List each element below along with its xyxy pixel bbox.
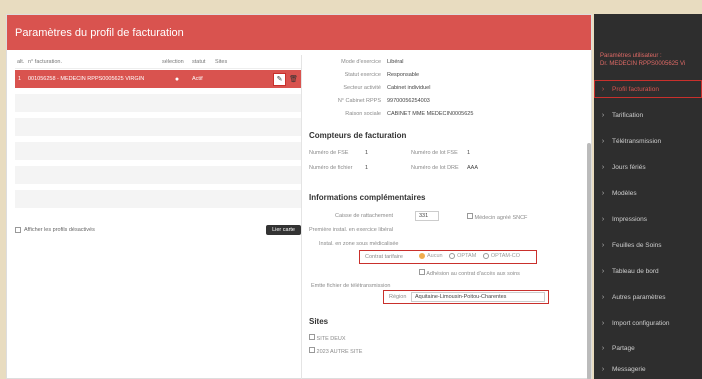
sidebar-item-partage[interactable]: › Partage: [594, 339, 702, 357]
sidebar-item-profil-facturation[interactable]: › Profil facturation: [594, 80, 702, 98]
sidebar-item-feuilles-de-soins[interactable]: › Feuilles de Soins: [594, 236, 702, 254]
chevron-right-icon: ›: [601, 189, 605, 197]
billing-profile-panel: Paramètres du profil de facturation alt.…: [6, 14, 592, 379]
chevron-right-icon: ›: [601, 344, 605, 352]
num-fse-label: Numéro de FSE: [309, 150, 349, 156]
secteur-value: Cabinet individuel: [387, 85, 431, 91]
header-selection: sélection: [162, 58, 184, 65]
sidebar-item-modeles[interactable]: › Modèles: [594, 184, 702, 202]
link-card-button[interactable]: Lier carte: [266, 225, 301, 235]
row-alt: 1: [18, 76, 22, 82]
radio-aucun[interactable]: Aucun: [419, 253, 443, 259]
trash-icon[interactable]: 🗑: [289, 75, 298, 83]
num-fichier-value: 1: [365, 165, 369, 171]
table-row-empty: [15, 94, 301, 112]
chevron-right-icon: ›: [601, 365, 605, 373]
chevron-right-icon: ›: [601, 215, 605, 223]
sncf-label: Médecin agréé SNCF: [474, 215, 528, 221]
header-sites: Sites: [215, 58, 228, 65]
adhesion-label: Adhésion au contrat d'accès aux soins: [426, 271, 520, 277]
emetteur-label: Emtte fichier de télétransmission: [311, 283, 391, 289]
secteur-label: Secteur activité: [343, 85, 381, 91]
table-row-empty: [15, 118, 301, 136]
premiere-instal-label: Première instal. en exercice libéral: [309, 227, 394, 233]
num-fse-value: 1: [365, 150, 369, 156]
cabinet-rpps-label: N° Cabinet RPPS: [337, 98, 381, 104]
caisse-input[interactable]: 331: [415, 211, 439, 221]
sidebar-item-tarification[interactable]: › Tarification: [594, 106, 702, 124]
radio-optam-co[interactable]: OPTAM-CO: [482, 253, 520, 259]
statut-exercice-value: Responsable: [387, 72, 420, 78]
mode-exercice-value: Libéral: [387, 59, 404, 65]
column-divider: [301, 55, 302, 379]
row-selection-dot[interactable]: ●: [162, 76, 192, 83]
sidebar-item-teletransmission[interactable]: › Télétransmission: [594, 132, 702, 150]
table-row-empty: [15, 166, 301, 184]
header-alt: alt.: [17, 58, 25, 65]
statut-exercice-label: Statut exercice: [344, 72, 381, 78]
site-label: 2023 AUTRE SITE: [316, 349, 363, 355]
sidebar-item-import-configuration[interactable]: › Import configuration: [594, 314, 702, 332]
instal-zone-label: Instal. en zone sous médicalisée: [319, 241, 399, 247]
raison-sociale-label: Raison sociale: [345, 111, 381, 117]
sidebar-header: Paramètres utilisateur : Dr. MEDECIN RPP…: [600, 53, 686, 67]
radio-optam[interactable]: OPTAM: [449, 253, 476, 259]
sidebar-item-jours-feries[interactable]: › Jours fériés: [594, 158, 702, 176]
raison-sociale-value: CABINET MME MEDECIN0005625: [387, 111, 474, 117]
header-num-facturation: n° facturation.: [28, 58, 62, 65]
region-label: Région: [389, 294, 407, 300]
num-lot-dre-value: AAA: [467, 165, 479, 171]
user-settings-sidebar: Paramètres utilisateur : Dr. MEDECIN RPP…: [594, 14, 702, 379]
profiles-table: alt. n° facturation. sélection statut Si…: [15, 55, 301, 235]
num-lot-fse-label: Numéro de lot FSE: [411, 150, 458, 156]
caisse-label: Caisse de rattachement: [335, 213, 394, 219]
compteurs-title: Compteurs de facturation: [309, 131, 407, 140]
sidebar-item-autres-parametres[interactable]: › Autres paramètres: [594, 288, 702, 306]
contrat-label: Contrat tarifaire: [365, 254, 403, 260]
sidebar-item-messagerie[interactable]: › Messagerie: [594, 360, 702, 378]
region-select[interactable]: Aquitaine-Limousin-Poitou-Charentes: [411, 292, 545, 302]
show-disabled-toggle[interactable]: Afficher les profils désactivés: [15, 227, 95, 233]
sidebar-item-impressions[interactable]: › Impressions: [594, 210, 702, 228]
chevron-right-icon: ›: [601, 137, 605, 145]
chevron-right-icon: ›: [601, 241, 605, 249]
header-statut: statut: [192, 58, 206, 65]
panel-title: Paramètres du profil de facturation: [7, 15, 591, 50]
num-lot-fse-value: 1: [467, 150, 471, 156]
checkbox-icon[interactable]: [15, 227, 21, 233]
table-header: alt. n° facturation. sélection statut Si…: [15, 55, 301, 69]
sites-title: Sites: [309, 317, 329, 326]
num-fichier-label: Numéro de fichier: [309, 165, 353, 171]
edit-icon[interactable]: ✎: [273, 72, 287, 86]
chevron-right-icon: ›: [601, 293, 605, 301]
chevron-right-icon: ›: [601, 319, 605, 327]
infos-title: Informations complémentaires: [309, 193, 426, 202]
row-num-facturation: 001056258 - MEDECIN RPPS0005625 VIRGIN: [28, 76, 145, 82]
sncf-checkbox[interactable]: [467, 213, 473, 219]
adhesion-checkbox[interactable]: [419, 269, 425, 275]
table-row-empty: [15, 142, 301, 160]
chevron-right-icon: ›: [601, 267, 605, 275]
app-frame: Paramètres du profil de facturation alt.…: [6, 14, 702, 379]
sidebar-item-tableau-de-bord[interactable]: › Tableau de bord: [594, 262, 702, 280]
scrollbar[interactable]: [587, 143, 591, 379]
site-label: SITE DEUX: [316, 336, 346, 342]
chevron-right-icon: ›: [601, 85, 605, 93]
show-disabled-label: Afficher les profils désactivés: [24, 227, 95, 233]
contrat-radio-group: Aucun OPTAM OPTAM-CO: [419, 253, 525, 261]
row-statut: Actif: [192, 76, 203, 82]
site-checkbox[interactable]: [309, 347, 315, 353]
table-row-empty: [15, 190, 301, 208]
table-row[interactable]: 1 001056258 - MEDECIN RPPS0005625 VIRGIN…: [15, 70, 301, 88]
cabinet-rpps-value: 99700056254003: [387, 98, 430, 104]
chevron-right-icon: ›: [601, 111, 605, 119]
mode-exercice-label: Mode d'exercice: [341, 59, 381, 65]
chevron-right-icon: ›: [601, 163, 605, 171]
num-lot-dre-label: Numéro de lot DRE: [411, 165, 459, 171]
site-checkbox[interactable]: [309, 334, 315, 340]
